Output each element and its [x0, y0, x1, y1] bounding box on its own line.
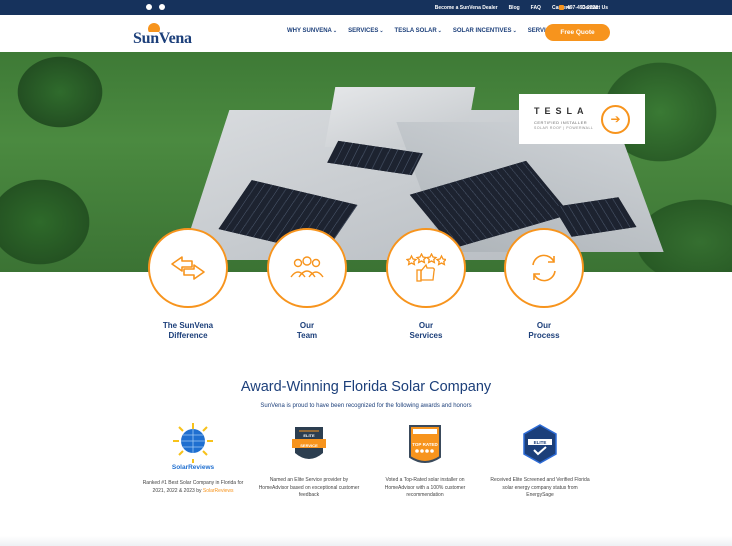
- faq-link[interactable]: FAQ: [531, 5, 541, 11]
- elite-service-badge: ELITE SERVICE: [257, 423, 361, 471]
- solarreviews-logo: SolarReviews: [141, 423, 245, 471]
- feature-services[interactable]: Our Services: [386, 228, 466, 341]
- solarreviews-link[interactable]: SolarReviews: [203, 488, 234, 494]
- feature-label: Our: [536, 321, 552, 330]
- award-top-rated: TOP RATED Voted a Top-Rated solar instal…: [373, 423, 477, 500]
- badge-line: CERTIFIED INSTALLER: [534, 120, 588, 125]
- phone-icon: [559, 5, 564, 10]
- chevron-down-icon: ⌄: [437, 28, 442, 34]
- feature-label: Our: [418, 321, 434, 330]
- thumbs-up-stars-icon: [406, 253, 446, 282]
- chevron-down-icon: ⌄: [512, 28, 517, 34]
- solarreviews-sun-icon: [173, 423, 213, 463]
- feature-cards: The SunVena Difference Our Team Our Service…: [0, 228, 732, 348]
- feature-ring: [148, 228, 228, 308]
- energysage-hexagon-icon: [523, 424, 557, 464]
- main-nav: SunVena WHY SUNVENA⌄ SERVICES⌄ TESLA SOL…: [0, 15, 732, 52]
- top-bar: Become a SunVena Dealer Blog FAQ Careers…: [0, 0, 732, 15]
- award-energysage: ELITE Received Elite Screened and Verifi…: [488, 423, 592, 500]
- nav-item-services[interactable]: SERVICES⌄: [348, 28, 383, 34]
- arrow-right-icon[interactable]: ➔: [601, 105, 630, 134]
- award-solarreviews: SolarReviews Ranked #1 Best Solar Compan…: [141, 423, 245, 495]
- tesla-logo: TESLA: [534, 106, 589, 116]
- refresh-cycle-icon: [532, 254, 556, 282]
- chevron-down-icon: ⌄: [379, 28, 384, 34]
- feature-label: Team: [296, 331, 318, 340]
- badge-label: ELITE SERVICE: [300, 433, 318, 448]
- instagram-icon[interactable]: [159, 4, 165, 10]
- feature-ring: [267, 228, 347, 308]
- badge-label: TOP RATED: [412, 442, 438, 447]
- feature-label: Services: [409, 331, 443, 340]
- solarreviews-wordmark: SolarReviews: [171, 464, 215, 471]
- feature-ring: [504, 228, 584, 308]
- logo[interactable]: SunVena: [133, 20, 192, 50]
- award-text: Named an Elite Service provider by HomeA…: [258, 477, 360, 498]
- feature-difference[interactable]: The SunVena Difference: [148, 228, 228, 341]
- nav-item-tesla-solar[interactable]: TESLA SOLAR⌄: [395, 28, 442, 34]
- phone-link[interactable]: 497-493-2328: [559, 5, 598, 11]
- logo-text: SunVena: [133, 30, 192, 47]
- top-rated-badge: TOP RATED: [373, 423, 477, 471]
- arrows-exchange-icon: [171, 256, 205, 280]
- feature-label: Difference: [168, 331, 208, 340]
- feature-ring: [386, 228, 466, 308]
- blog-link[interactable]: Blog: [509, 5, 520, 11]
- team-icon: [290, 256, 324, 278]
- feature-label: Our: [299, 321, 315, 330]
- facebook-icon[interactable]: [146, 4, 152, 10]
- nav-item-solar-incentives[interactable]: SOLAR INCENTIVES⌄: [453, 28, 517, 34]
- dealer-link[interactable]: Become a SunVena Dealer: [435, 5, 498, 11]
- badge-line: SOLAR ROOF | POWERWALL: [534, 126, 594, 130]
- free-quote-button[interactable]: Free Quote: [545, 24, 610, 41]
- awards-title: Award-Winning Florida Solar Company: [240, 379, 492, 395]
- chevron-down-icon: ⌄: [332, 28, 338, 34]
- phone-number: 497-493-2328: [567, 5, 599, 11]
- awards-subtitle: SunVena is proud to have been recognized…: [260, 403, 472, 409]
- award-text: Voted a Top-Rated solar installer on Hom…: [384, 477, 466, 498]
- badge-label: ELITE: [533, 440, 547, 445]
- social-links: [146, 4, 165, 10]
- section-divider: [0, 536, 732, 546]
- nav-item-why-sunvena[interactable]: WHY SUNVENA⌄: [287, 28, 337, 34]
- award-text: Received Elite Screened and Verified Flo…: [490, 477, 590, 498]
- energysage-badge: ELITE: [488, 423, 592, 471]
- page: { "topbar": { "social_icons": ["facebook…: [0, 0, 732, 546]
- nav-menu: WHY SUNVENA⌄ SERVICES⌄ TESLA SOLAR⌄ SOLA…: [287, 28, 572, 34]
- feature-label: Process: [528, 331, 560, 340]
- feature-team[interactable]: Our Team: [267, 228, 347, 341]
- feature-process[interactable]: Our Process: [504, 228, 584, 341]
- tesla-certified-badge[interactable]: TESLA CERTIFIED INSTALLER SOLAR ROOF | P…: [519, 94, 645, 144]
- award-elite-service: ELITE SERVICE Named an Elite Service pro…: [257, 423, 361, 500]
- feature-label: The SunVena: [162, 321, 214, 330]
